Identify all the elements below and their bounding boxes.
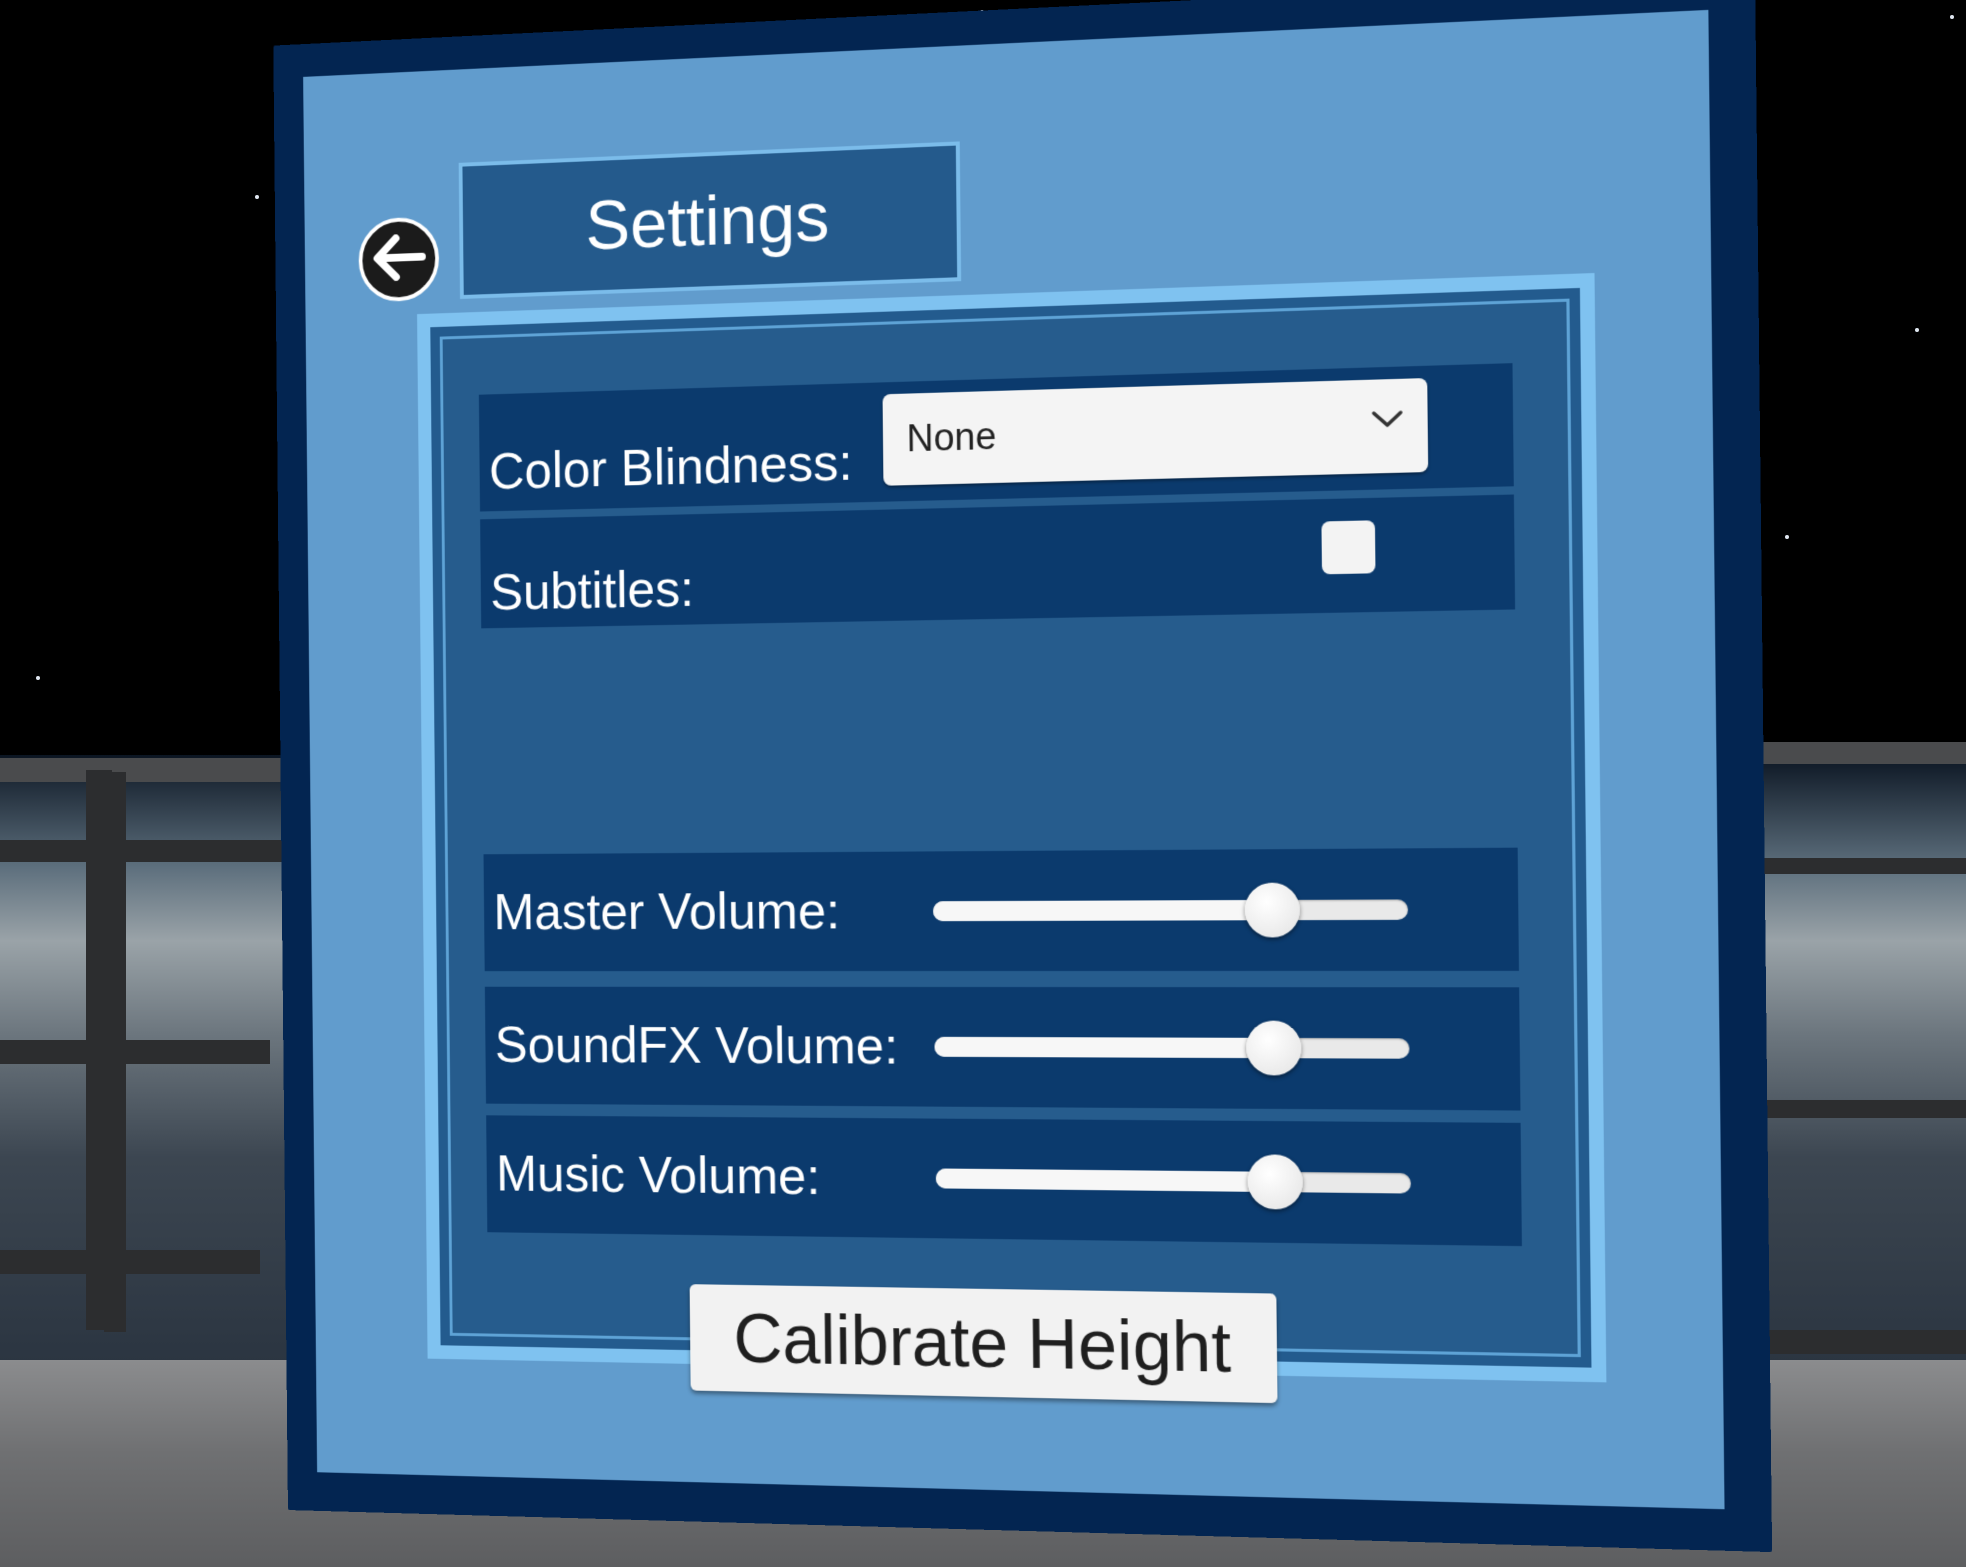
color-blindness-dropdown[interactable]: None [883, 378, 1429, 486]
arrow-left-icon [371, 233, 426, 286]
soundfx-volume-row: SoundFX Volume: [485, 987, 1521, 1111]
master-volume-label: Master Volume: [493, 882, 840, 942]
calibrate-height-button[interactable]: Calibrate Height [690, 1284, 1278, 1403]
subtitles-label: Subtitles: [490, 559, 694, 622]
settings-content-frame: Color Blindness: None Subtitles: Master … [417, 273, 1606, 1382]
slider-thumb[interactable] [1246, 1021, 1302, 1076]
subtitles-row: Subtitles: [480, 495, 1515, 629]
dropdown-selected-value: None [906, 415, 996, 460]
subtitles-checkbox[interactable] [1321, 520, 1375, 574]
color-blindness-row: Color Blindness: None [479, 363, 1514, 511]
master-volume-row: Master Volume: [484, 848, 1519, 971]
music-volume-row: Music Volume: [486, 1115, 1522, 1246]
calibrate-height-label: Calibrate Height [733, 1299, 1231, 1388]
slider-thumb[interactable] [1245, 883, 1301, 938]
chevron-down-icon [1370, 407, 1405, 436]
soundfx-volume-slider[interactable] [934, 1017, 1410, 1079]
slider-fill [936, 1168, 1276, 1192]
back-button[interactable] [358, 216, 439, 302]
music-volume-slider[interactable] [936, 1149, 1412, 1214]
slider-thumb[interactable] [1248, 1154, 1304, 1209]
title-box: Settings [459, 141, 962, 299]
settings-content: Color Blindness: None Subtitles: Master … [440, 299, 1581, 1358]
color-blindness-label: Color Blindness: [489, 433, 853, 502]
page-title: Settings [585, 177, 830, 265]
music-volume-label: Music Volume: [496, 1145, 821, 1207]
slider-fill [933, 900, 1273, 921]
slider-fill [934, 1037, 1274, 1058]
soundfx-volume-label: SoundFX Volume: [495, 1016, 899, 1077]
settings-panel: Settings Color Blindness: None Subtitles… [273, 0, 1772, 1552]
panel-body: Settings Color Blindness: None Subtitles… [303, 10, 1724, 1509]
master-volume-slider[interactable] [933, 879, 1409, 941]
